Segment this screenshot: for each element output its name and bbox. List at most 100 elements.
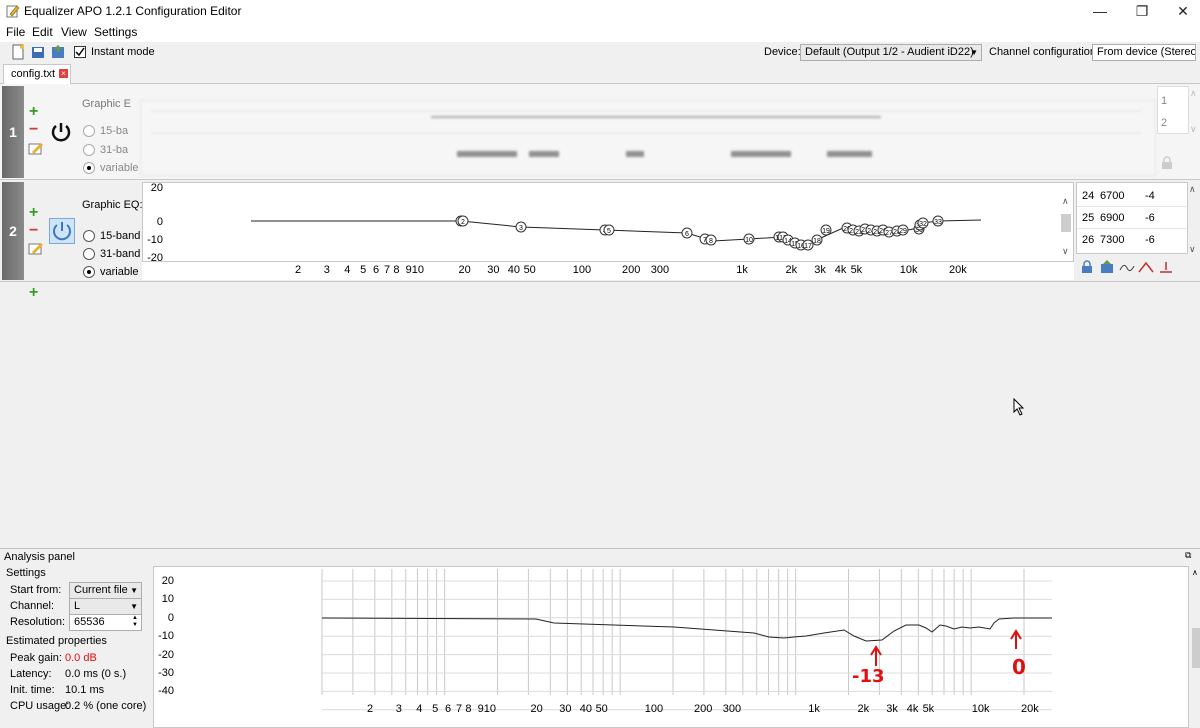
menu-settings[interactable]: Settings [91,25,140,39]
scrollbar-thumb[interactable] [1061,214,1071,232]
plot-scrollbar[interactable]: ∧ ∨ [1060,196,1072,260]
remove-filter-icon[interactable]: − [29,222,38,240]
channel-select[interactable]: L ▼ [69,598,142,615]
scroll-up-icon[interactable]: ∧ [1062,196,1069,207]
analysis-scrollbar[interactable]: ∧ [1191,566,1200,728]
add-filter-icon[interactable]: + [29,103,38,121]
lock-icon [1162,156,1172,169]
resolution-spinbox[interactable]: 65536 ▲ ▼ [69,614,142,631]
scroll-up-icon[interactable]: ∧ [1189,184,1196,195]
eq-control-point[interactable]: 3 [515,221,527,233]
graphic-eq-plot[interactable]: 20 0 -10 -20 123456781012131415161718192… [142,182,1074,264]
app-icon [6,5,20,18]
radio-15-band[interactable] [83,125,95,137]
start-from-select[interactable]: Current file ▼ [69,582,142,599]
menu-file[interactable]: File [3,25,28,39]
open-file-icon[interactable] [30,44,46,60]
band-gain: -6 [1145,212,1155,224]
eq-control-point[interactable]: 5 [603,224,615,236]
device-value: Default (Output 1/2 - Audient iD22) [805,46,974,58]
scrollbar-thumb[interactable] [1192,628,1200,668]
radio-15-label: 15-band [100,230,141,242]
band-gain: -4 [1145,190,1155,202]
lock-icon[interactable] [1080,260,1094,274]
radio-variable[interactable] [83,162,95,174]
device-select[interactable]: Default (Output 1/2 - Audient iD22) ▼ [800,44,982,61]
x-tick-label: 100 [572,264,592,276]
power-toggle-button[interactable] [49,218,75,244]
analysis-plot[interactable]: 20 10 0 -10 -20 -30 -40 -13 0 2 3 4 5 6 7 8 910… [153,566,1189,728]
eq-control-point[interactable]: 6 [681,227,693,239]
x-axis: 2 3 4 5 6 7 8 910 20 30 40 50 100 200 300 1k 2k 3k 4k 5k 10k… [142,262,1074,280]
annotation-b-text: 0 [1012,655,1026,679]
resolution-label: Resolution: [10,616,66,628]
eq-control-point[interactable]: 8 [705,234,717,246]
radio-variable-label: variable [100,162,139,174]
radio-31-band[interactable] [83,248,95,260]
remove-filter-icon[interactable]: − [29,121,38,139]
eq-control-point[interactable]: 32 [917,217,929,229]
tab-bar: config.txt × [0,64,1200,84]
radio-15-band[interactable] [83,230,95,242]
editor-empty-area[interactable] [0,300,1200,540]
eq-control-point[interactable]: 17 [802,239,814,251]
band-frequency: 6700 [1100,190,1125,202]
scroll-down-icon[interactable]: ∨ [1189,244,1196,255]
menu-edit[interactable]: Edit [29,25,56,39]
eq-curve[interactable]: 1234567810121314151617181920212223242526… [143,183,1073,261]
radio-31-band[interactable] [83,144,95,156]
init-time-value: 10.1 ms [65,684,105,696]
scroll-down-icon[interactable]: ∨ [1190,124,1197,135]
graph-preview-blurred [140,100,1156,176]
menu-bar: File Edit View Settings [0,22,1200,42]
radio-variable-label: variable [100,266,139,278]
check-icon [75,47,85,57]
new-file-icon[interactable] [10,44,26,60]
x-tick-label: 7 [383,264,391,276]
scroll-down-icon[interactable]: ∨ [1062,246,1069,257]
tab-config[interactable]: config.txt × [3,64,71,84]
x-tick-label: 30 [559,703,572,715]
scroll-up-icon[interactable]: ∧ [1192,568,1198,577]
tab-label: config.txt [11,68,56,80]
peak-gain-value: 0.0 dB [65,652,97,664]
filter-title: Graphic E [82,98,131,110]
eq-control-point[interactable]: 2 [457,215,469,227]
edit-filter-icon[interactable] [28,242,44,256]
maximize-button[interactable]: ❐ [1119,0,1165,22]
minimize-button[interactable]: — [1077,0,1123,22]
normalize-icon[interactable] [1138,260,1154,274]
save-file-icon[interactable] [50,44,66,60]
x-tick-label: 20k [1021,703,1039,715]
reset-icon[interactable] [1158,260,1174,274]
arrow-annotation-b [1010,629,1022,649]
eq-control-point[interactable]: 18 [811,234,823,246]
radio-31-label: 31-ba [100,144,129,156]
channel-config-select[interactable]: From device (Stereo) [1092,44,1196,61]
spin-arrows-icon[interactable]: ▲ ▼ [132,615,138,629]
band-row[interactable]: 25 6900 -6 [1077,207,1189,229]
eq-control-point[interactable]: 10 [743,233,755,245]
add-filter-icon[interactable]: + [29,204,38,222]
band-row[interactable]: 26 7300 -6 [1077,229,1189,251]
eq-point-label: 17 [804,243,812,250]
smooth-curve-icon[interactable] [1119,260,1135,274]
eq-control-point[interactable]: 29 [897,224,909,236]
import-icon[interactable] [1100,260,1114,274]
x-tick-label: 910 [477,703,496,715]
edit-filter-icon[interactable] [28,142,44,156]
radio-variable[interactable] [83,266,95,278]
band-row[interactable]: 24 6700 -4 [1077,185,1189,207]
close-tab-icon[interactable]: × [59,69,68,78]
power-icon[interactable] [50,121,72,143]
menu-view[interactable]: View [58,25,90,39]
channel-label: Channel: [10,600,55,612]
x-tick-label: 4 [416,703,423,715]
eq-control-point[interactable]: 33 [932,215,944,227]
scroll-up-icon[interactable]: ∧ [1190,88,1197,99]
close-button[interactable]: ✕ [1160,0,1200,22]
instant-mode-checkbox[interactable] [74,46,86,58]
eq-point-label: 32 [919,221,927,228]
undock-icon[interactable]: ⧉ [1185,550,1191,561]
eq-control-point[interactable]: 19 [820,224,832,236]
